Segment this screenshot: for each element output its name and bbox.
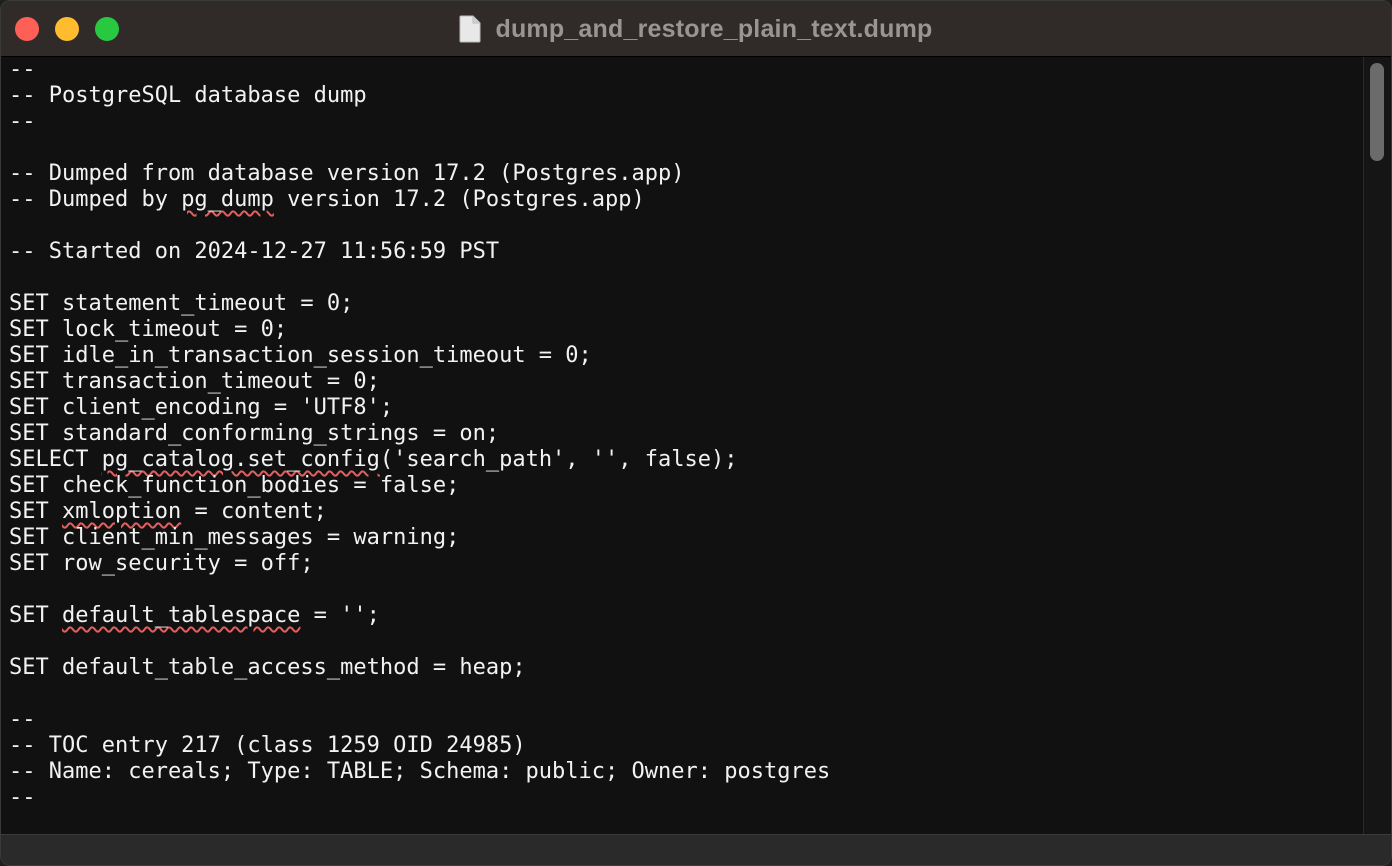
code-text: -- — [9, 785, 36, 810]
code-line[interactable]: SET standard_conforming_strings = on; — [9, 421, 1363, 447]
code-text: -- — [9, 109, 36, 134]
misspelled-word: xmloption — [61, 499, 182, 524]
code-text: version 17.2 (Postgres.app) — [273, 187, 645, 212]
code-line[interactable]: -- — [9, 57, 1363, 83]
code-text: -- — [9, 707, 36, 732]
code-text: SET client_encoding = 'UTF8'; — [9, 395, 394, 420]
window-title-group: dump_and_restore_plain_text.dump — [1, 1, 1391, 57]
code-line[interactable]: SET row_security = off; — [9, 551, 1363, 577]
code-text: SET check_function_bodies = false; — [9, 473, 460, 498]
misspelled-word: pg_catalog.set_config — [101, 447, 380, 472]
code-line[interactable]: -- PostgreSQL database dump — [9, 83, 1363, 109]
misspelled-word: pg_dump — [181, 187, 274, 212]
code-line[interactable]: -- — [9, 109, 1363, 135]
code-line[interactable]: SET default_table_access_method = heap; — [9, 655, 1363, 681]
code-line[interactable]: SET client_encoding = 'UTF8'; — [9, 395, 1363, 421]
code-text: = ''; — [300, 603, 380, 628]
code-text: -- TOC entry 217 (class 1259 OID 24985) — [9, 733, 526, 758]
code-line[interactable] — [9, 629, 1363, 655]
code-line[interactable]: SET transaction_timeout = 0; — [9, 369, 1363, 395]
code-line[interactable]: -- — [9, 785, 1363, 811]
document-icon — [459, 15, 481, 43]
code-line[interactable]: SET idle_in_transaction_session_timeout … — [9, 343, 1363, 369]
code-text: -- Name: cereals; Type: TABLE; Schema: p… — [9, 759, 831, 784]
code-text: SET standard_conforming_strings = on; — [9, 421, 500, 446]
code-text: SET default_table_access_method = heap; — [9, 655, 526, 680]
code-line[interactable]: -- Dumped by pg_dump version 17.2 (Postg… — [9, 187, 1363, 213]
code-line[interactable]: -- Dumped from database version 17.2 (Po… — [9, 161, 1363, 187]
code-text: SET — [9, 603, 62, 628]
code-text: -- Dumped from database version 17.2 (Po… — [9, 161, 685, 186]
code-line[interactable] — [9, 577, 1363, 603]
code-text: -- PostgreSQL database dump — [9, 83, 367, 108]
text-editor-window: dump_and_restore_plain_text.dump -- -- Po… — [0, 0, 1392, 866]
code-text: SET transaction_timeout = 0; — [9, 369, 380, 394]
code-line[interactable] — [9, 265, 1363, 291]
code-text: ('search_path', '', false); — [379, 447, 738, 472]
code-text: SELECT — [9, 447, 102, 472]
code-line[interactable]: SET xmloption = content; — [9, 499, 1363, 525]
code-text-area[interactable]: -- -- PostgreSQL database dump -- -- Dumped… — [1, 57, 1363, 811]
code-line[interactable]: SET lock_timeout = 0; — [9, 317, 1363, 343]
code-line[interactable]: -- TOC entry 217 (class 1259 OID 24985) — [9, 733, 1363, 759]
code-line[interactable]: SET statement_timeout = 0; — [9, 291, 1363, 317]
title-bar[interactable]: dump_and_restore_plain_text.dump — [1, 1, 1391, 57]
code-text: SET client_min_messages = warning; — [9, 525, 460, 550]
code-line[interactable]: SET check_function_bodies = false; — [9, 473, 1363, 499]
misspelled-word: default_tablespace — [61, 603, 301, 628]
code-line[interactable]: -- — [9, 707, 1363, 733]
code-line[interactable]: SET default_tablespace = ''; — [9, 603, 1363, 629]
window-bottom-edge — [1, 834, 1391, 865]
code-text: -- Dumped by — [9, 187, 182, 212]
code-line[interactable]: -- Name: cereals; Type: TABLE; Schema: p… — [9, 759, 1363, 785]
code-text: SET statement_timeout = 0; — [9, 291, 354, 316]
code-text: -- — [9, 57, 36, 82]
code-line[interactable]: SET client_min_messages = warning; — [9, 525, 1363, 551]
window-title: dump_and_restore_plain_text.dump — [495, 14, 933, 43]
code-text: -- Started on 2024-12-27 11:56:59 PST — [9, 239, 500, 264]
code-text: SET idle_in_transaction_session_timeout … — [9, 343, 592, 368]
text-editor-content[interactable]: -- -- PostgreSQL database dump -- -- Dumped… — [1, 57, 1363, 836]
code-line[interactable]: SELECT pg_catalog.set_config('search_pat… — [9, 447, 1363, 473]
code-line[interactable] — [9, 135, 1363, 161]
code-text: SET lock_timeout = 0; — [9, 317, 288, 342]
code-line[interactable] — [9, 681, 1363, 707]
code-line[interactable]: -- Started on 2024-12-27 11:56:59 PST — [9, 239, 1363, 265]
scrollbar-thumb[interactable] — [1370, 63, 1384, 161]
vertical-scrollbar[interactable] — [1363, 57, 1391, 836]
code-text: SET — [9, 499, 62, 524]
code-line[interactable] — [9, 213, 1363, 239]
code-text: SET row_security = off; — [9, 551, 314, 576]
code-text: = content; — [181, 499, 327, 524]
